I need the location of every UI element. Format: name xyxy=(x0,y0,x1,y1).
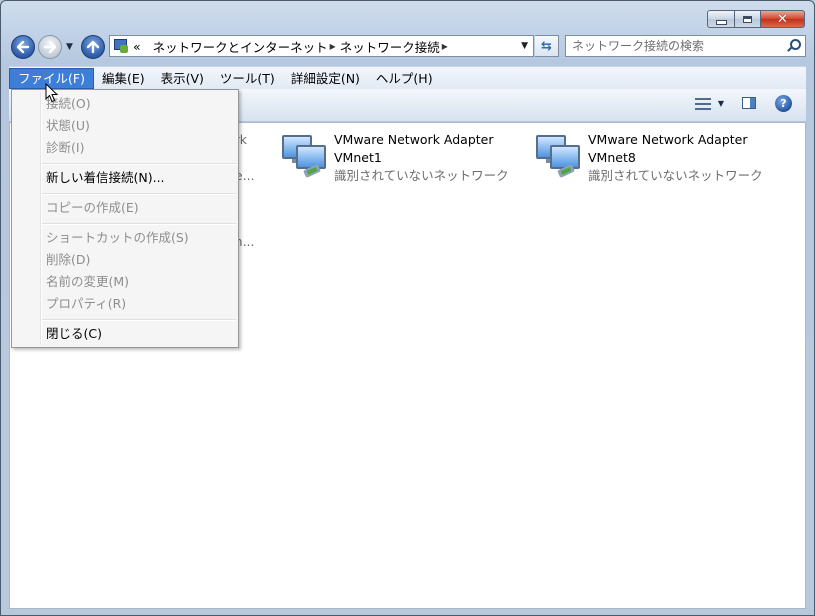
breadcrumb-network-internet[interactable]: ネットワークとインターネット xyxy=(153,37,328,56)
minimize-button[interactable] xyxy=(707,10,735,28)
back-button[interactable] xyxy=(11,35,35,59)
view-options-dropdown[interactable]: ▼ xyxy=(718,99,724,108)
search-input[interactable] xyxy=(566,37,786,55)
forward-arrow-icon xyxy=(43,40,57,54)
preview-pane-icon[interactable] xyxy=(742,97,756,109)
file-menu-dropdown: 接続(O) 状態(U) 診断(I) 新しい着信接続(N)... コピーの作成(E… xyxy=(11,89,239,348)
breadcrumb-overflow[interactable]: « xyxy=(133,39,141,54)
refresh-icon: ⇆ xyxy=(541,38,552,54)
change-view-icon[interactable] xyxy=(695,97,711,111)
back-arrow-icon xyxy=(16,40,30,54)
chevron-right-icon[interactable]: ▸ xyxy=(442,39,448,53)
menu-bar: ファイル(F) 編集(E) 表示(V) ツール(T) 詳細設定(N) ヘルプ(H… xyxy=(9,66,806,90)
menu-item-create-copy[interactable]: コピーの作成(E) xyxy=(46,199,139,217)
adapter-vmnet8[interactable]: VMware Network Adapter VMnet8 識別されていないネッ… xyxy=(532,131,763,185)
refresh-button[interactable]: ⇆ xyxy=(535,35,559,57)
menu-item-new-incoming-connection[interactable]: 新しい着信接続(N)... xyxy=(46,169,165,187)
menu-separator xyxy=(42,163,236,165)
forward-button[interactable] xyxy=(38,35,62,59)
menu-separator xyxy=(42,319,236,321)
menu-edit[interactable]: 編集(E) xyxy=(94,68,153,89)
up-arrow-icon xyxy=(86,40,100,54)
mouse-cursor-icon xyxy=(45,83,59,103)
breadcrumb-network-connections[interactable]: ネットワーク接続 xyxy=(340,37,440,56)
search-icon[interactable] xyxy=(786,39,801,53)
adapter-device: VMnet8 xyxy=(588,150,636,165)
up-button[interactable] xyxy=(81,35,105,59)
menu-tools[interactable]: ツール(T) xyxy=(212,68,283,89)
adapter-vmnet1[interactable]: VMware Network Adapter VMnet1 識別されていないネッ… xyxy=(278,131,509,185)
menu-item-properties[interactable]: プロパティ(R) xyxy=(46,295,126,313)
menu-item-status[interactable]: 状態(U) xyxy=(46,117,90,135)
address-bar[interactable]: « ネットワークとインターネット ▸ ネットワーク接続 ▸ ▼ xyxy=(109,35,534,57)
navigation-bar: ▼ « ネットワークとインターネット ▸ ネットワーク接続 ▸ ▼ ⇆ xyxy=(11,34,808,60)
caption-buttons: ✕ xyxy=(707,10,805,28)
adapter-device: VMnet1 xyxy=(334,150,382,165)
menu-item-rename[interactable]: 名前の変更(M) xyxy=(46,273,129,291)
maximize-icon xyxy=(743,15,752,23)
adapter-name: VMware Network Adapter xyxy=(334,132,494,147)
menu-help[interactable]: ヘルプ(H) xyxy=(368,68,441,89)
chevron-right-icon[interactable]: ▸ xyxy=(330,39,336,53)
adapter-status: 識別されていないネットワーク xyxy=(334,168,509,183)
menu-view[interactable]: 表示(V) xyxy=(153,68,212,89)
menu-separator xyxy=(42,193,236,195)
menu-item-diagnose[interactable]: 診断(I) xyxy=(46,139,84,157)
network-adapter-icon xyxy=(278,131,328,181)
search-box xyxy=(565,35,806,57)
network-adapter-icon xyxy=(532,131,582,181)
adapter-status: 識別されていないネットワーク xyxy=(588,168,763,183)
close-icon: ✕ xyxy=(777,11,788,27)
menu-advanced[interactable]: 詳細設定(N) xyxy=(283,68,368,89)
menu-item-close[interactable]: 閉じる(C) xyxy=(46,325,102,343)
minimize-icon xyxy=(715,19,727,25)
maximize-button[interactable] xyxy=(735,10,761,28)
explorer-window: ✕ ▼ « ネットワークとインターネット ▸ ネットワーク接続 ▸ ▼ ⇆ ネッ… xyxy=(0,0,815,616)
address-dropdown-icon[interactable]: ▼ xyxy=(521,41,528,51)
menu-separator xyxy=(42,223,236,225)
help-icon[interactable]: ? xyxy=(775,95,792,112)
adapter-name: VMware Network Adapter xyxy=(588,132,748,147)
menu-item-create-shortcut[interactable]: ショートカットの作成(S) xyxy=(46,229,189,247)
close-button[interactable]: ✕ xyxy=(761,10,805,28)
menu-item-delete[interactable]: 削除(D) xyxy=(46,251,90,269)
recent-pages-dropdown[interactable]: ▼ xyxy=(66,42,73,52)
network-folder-icon xyxy=(113,38,129,54)
